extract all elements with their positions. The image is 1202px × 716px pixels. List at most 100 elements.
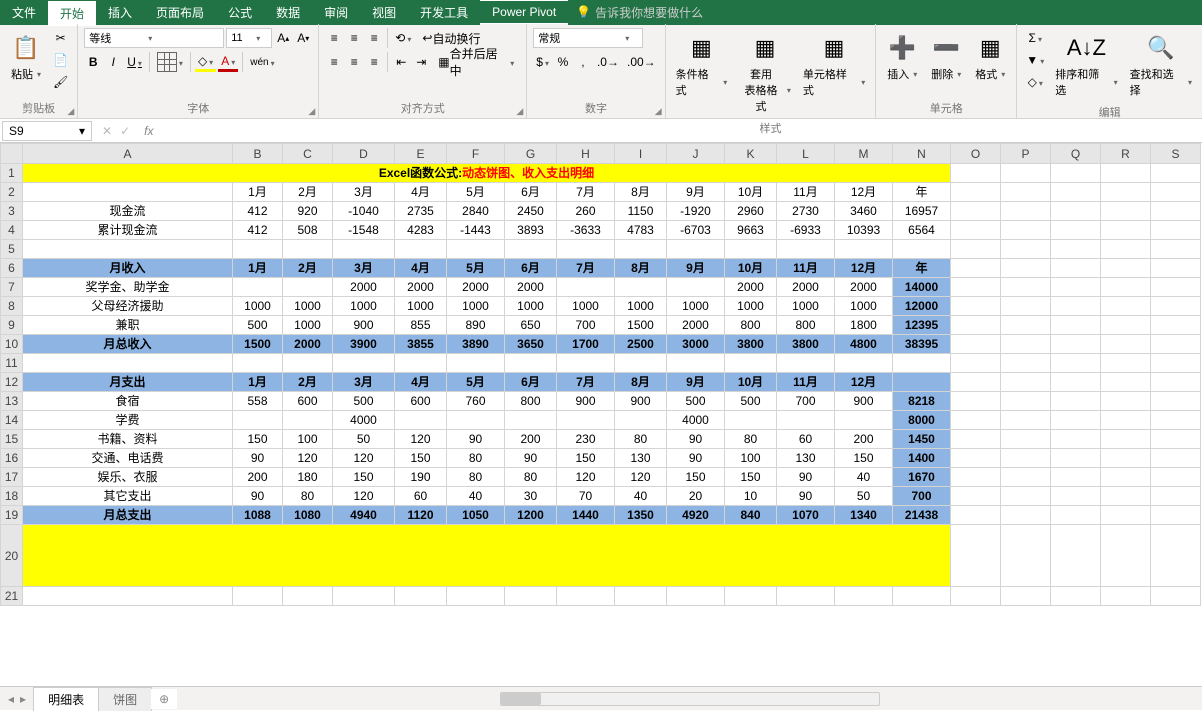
cell[interactable]: 120	[333, 487, 395, 506]
cell[interactable]	[951, 335, 1001, 354]
column-header[interactable]: M	[835, 144, 893, 164]
column-header[interactable]: G	[505, 144, 557, 164]
cell[interactable]: 其它支出	[23, 487, 233, 506]
cell[interactable]: 260	[557, 202, 615, 221]
cell[interactable]: 1400	[893, 449, 951, 468]
copy-button[interactable]	[50, 50, 71, 70]
cell[interactable]	[447, 411, 505, 430]
cell[interactable]: 14000	[893, 278, 951, 297]
cell[interactable]	[447, 354, 505, 373]
cell[interactable]: 10月	[725, 373, 777, 392]
row-header[interactable]: 3	[1, 202, 23, 221]
cell[interactable]	[333, 240, 395, 259]
cell[interactable]: 2840	[447, 202, 505, 221]
cell[interactable]: 100	[725, 449, 777, 468]
cell[interactable]	[23, 354, 233, 373]
cell[interactable]: 800	[505, 392, 557, 411]
cell[interactable]: 3900	[333, 335, 395, 354]
horizontal-scrollbar[interactable]	[177, 692, 1202, 706]
cell[interactable]: 4283	[395, 221, 447, 240]
row-header[interactable]: 5	[1, 240, 23, 259]
cell[interactable]: 2450	[505, 202, 557, 221]
cell[interactable]	[447, 587, 505, 606]
cell[interactable]: 230	[557, 430, 615, 449]
cell[interactable]	[1001, 316, 1051, 335]
cell[interactable]: 8218	[893, 392, 951, 411]
column-header[interactable]: H	[557, 144, 615, 164]
bold-button[interactable]: B	[84, 52, 102, 72]
tell-me-search[interactable]: 💡 告诉我你想要做什么	[568, 0, 1202, 25]
format-button[interactable]: ▦格式	[970, 28, 1010, 86]
cell[interactable]: 900	[615, 392, 667, 411]
cell[interactable]: 3000	[667, 335, 725, 354]
number-format-combo[interactable]: ▾	[533, 28, 643, 48]
cell[interactable]	[283, 278, 333, 297]
cell[interactable]	[283, 411, 333, 430]
cell[interactable]: 8月	[615, 259, 667, 278]
cell-style-button[interactable]: ▦单元格样式	[799, 28, 869, 102]
cell[interactable]	[893, 240, 951, 259]
cell[interactable]	[667, 278, 725, 297]
cell[interactable]: 500	[725, 392, 777, 411]
tab-dev[interactable]: 开发工具	[408, 0, 480, 25]
cell[interactable]: 8月	[615, 183, 667, 202]
column-header[interactable]: O	[951, 144, 1001, 164]
cell[interactable]	[1001, 183, 1051, 202]
cell[interactable]	[725, 411, 777, 430]
cell[interactable]: 100	[283, 430, 333, 449]
cell[interactable]: 月支出	[23, 373, 233, 392]
cell[interactable]: 80	[283, 487, 333, 506]
cell[interactable]: 4940	[333, 506, 395, 525]
cell[interactable]: 200	[835, 430, 893, 449]
cell[interactable]: 150	[333, 468, 395, 487]
cell[interactable]: 5月	[447, 259, 505, 278]
cell[interactable]: 40	[615, 487, 667, 506]
cell[interactable]	[951, 183, 1001, 202]
cell[interactable]	[233, 354, 283, 373]
cell[interactable]: 1340	[835, 506, 893, 525]
cell[interactable]	[1001, 506, 1051, 525]
cell[interactable]	[233, 278, 283, 297]
grid[interactable]: ABCDEFGHIJKLMNOPQRS 1Excel函数公式:动态饼图、收入支出…	[0, 143, 1202, 686]
cell[interactable]	[1001, 392, 1051, 411]
cell[interactable]: 10	[725, 487, 777, 506]
sort-filter-button[interactable]: A↓Z排序和筛选	[1051, 28, 1121, 102]
cell[interactable]: 1月	[233, 259, 283, 278]
column-header[interactable]: N	[893, 144, 951, 164]
cell[interactable]	[395, 587, 447, 606]
row-header[interactable]: 2	[1, 183, 23, 202]
cell[interactable]	[951, 411, 1001, 430]
cell[interactable]	[951, 468, 1001, 487]
cell[interactable]: 11月	[777, 259, 835, 278]
cell[interactable]: 1000	[835, 297, 893, 316]
increase-font-button[interactable]: A▴	[274, 28, 292, 48]
cell[interactable]: 2000	[283, 335, 333, 354]
cell[interactable]: 150	[557, 449, 615, 468]
chevron-down-icon[interactable]: ▾	[622, 34, 632, 43]
cell[interactable]: 1150	[615, 202, 667, 221]
cell[interactable]	[667, 240, 725, 259]
cell[interactable]: 1200	[505, 506, 557, 525]
cell[interactable]	[1151, 259, 1201, 278]
currency-button[interactable]: $	[533, 52, 552, 72]
cell[interactable]: 700	[777, 392, 835, 411]
cell[interactable]: 交通、电话费	[23, 449, 233, 468]
cell[interactable]: 10月	[725, 183, 777, 202]
column-header[interactable]: A	[23, 144, 233, 164]
column-header[interactable]: F	[447, 144, 505, 164]
cell[interactable]: 2月	[283, 183, 333, 202]
cell[interactable]: 800	[777, 316, 835, 335]
cell[interactable]: 120	[395, 430, 447, 449]
cell[interactable]: 2000	[667, 316, 725, 335]
cell[interactable]: 4783	[615, 221, 667, 240]
cell[interactable]	[893, 587, 951, 606]
cell[interactable]	[1101, 411, 1151, 430]
cell[interactable]	[557, 354, 615, 373]
cell[interactable]: 1000	[395, 297, 447, 316]
cell[interactable]: 50	[333, 430, 395, 449]
cell[interactable]: 190	[395, 468, 447, 487]
cell[interactable]	[23, 587, 233, 606]
cell[interactable]	[1001, 278, 1051, 297]
cell[interactable]: 150	[667, 468, 725, 487]
cell[interactable]: 120	[333, 449, 395, 468]
